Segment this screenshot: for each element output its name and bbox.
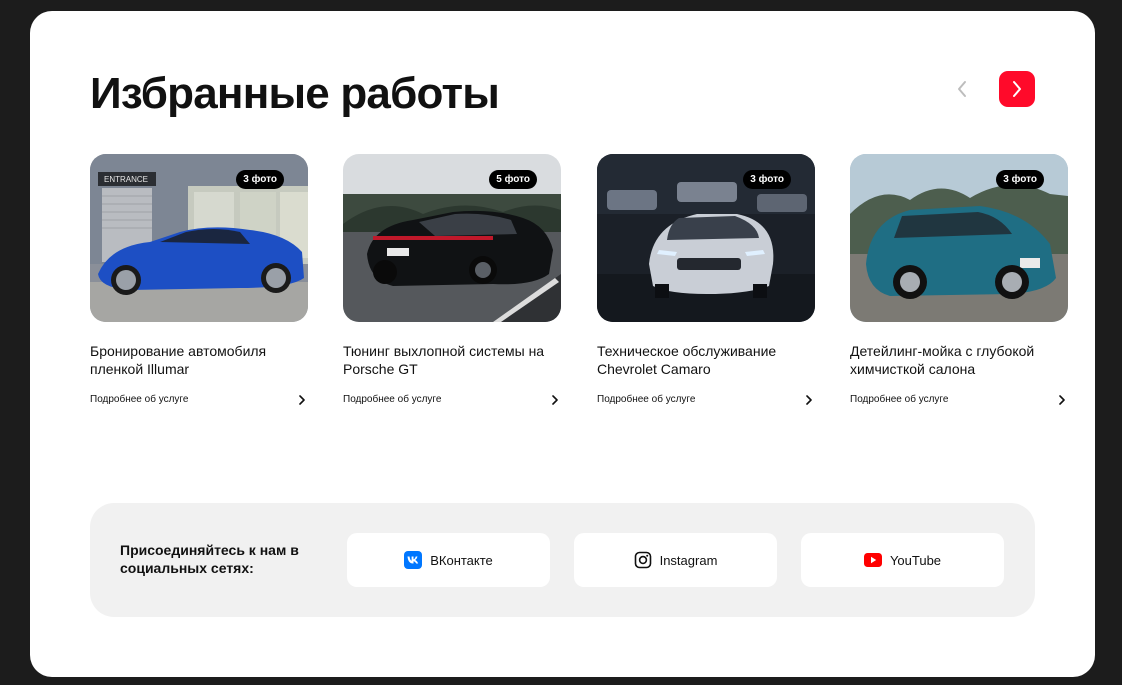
- work-title: Бронирование автомобиля пленкой Illumar: [90, 343, 267, 377]
- more-link[interactable]: Подробнее об услуге: [343, 394, 559, 405]
- chevron-right-icon: [299, 394, 305, 405]
- work-title: Техническое обслуживание Chevrolet Camar…: [597, 343, 777, 377]
- youtube-label: YouTube: [889, 552, 942, 568]
- chevron-right-icon: [1013, 81, 1021, 97]
- instagram-icon: [634, 551, 651, 569]
- vk-button[interactable]: ВКонтакте: [347, 533, 550, 587]
- more-link[interactable]: Подробнее об услуге: [90, 394, 306, 405]
- youtube-button[interactable]: YouTube: [801, 533, 1004, 587]
- more-link-label: Подробнее об услуге: [850, 394, 949, 405]
- more-link-label: Подробнее об услуге: [343, 394, 442, 405]
- social-text: Присоединяйтесь к нам в социальных сетях…: [120, 542, 299, 576]
- more-link[interactable]: Подробнее об услуге: [850, 394, 1066, 405]
- photo-count-badge: 3 фото: [996, 170, 1044, 189]
- section-title: Избранные работы: [90, 69, 500, 118]
- chevron-left-icon: [958, 81, 966, 97]
- youtube-icon: [863, 553, 882, 567]
- social-panel: Присоединяйтесь к нам в социальных сетях…: [90, 503, 1035, 617]
- instagram-label: Instagram: [659, 552, 718, 568]
- featured-works-card: Избранные работы ENTRANCE 3 фото Брониро…: [30, 11, 1095, 677]
- works-carousel: ENTRANCE 3 фото Бронирование автомобиля …: [90, 154, 1095, 424]
- vk-label: ВКонтакте: [430, 552, 493, 568]
- entrance-sign: ENTRANCE: [104, 175, 148, 184]
- work-photo[interactable]: ENTRANCE 3 фото: [90, 154, 308, 322]
- instagram-button[interactable]: Instagram: [574, 533, 777, 587]
- work-photo[interactable]: 3 фото: [850, 154, 1068, 322]
- photo-count-badge: 3 фото: [743, 170, 791, 189]
- photo-count-badge: 3 фото: [236, 170, 284, 189]
- work-card[interactable]: 5 фото Тюнинг выхлопной системы на Porsc…: [343, 154, 561, 405]
- chevron-right-icon: [806, 394, 812, 405]
- work-title: Детейлинг-мойка с глубокой химчисткой са…: [850, 343, 1035, 377]
- vk-icon: [404, 551, 423, 569]
- chevron-right-icon: [1059, 394, 1065, 405]
- more-link-label: Подробнее об услуге: [597, 394, 696, 405]
- next-button[interactable]: [999, 71, 1035, 107]
- work-card[interactable]: 3 фото Детейлинг-мойка с глубокой химчис…: [850, 154, 1068, 405]
- work-photo[interactable]: 3 фото: [597, 154, 815, 322]
- work-card[interactable]: 3 фото Техническое обслуживание Chevrole…: [597, 154, 815, 405]
- work-photo[interactable]: 5 фото: [343, 154, 561, 322]
- work-card[interactable]: ENTRANCE 3 фото Бронирование автомобиля …: [90, 154, 308, 405]
- more-link[interactable]: Подробнее об услуге: [597, 394, 813, 405]
- more-link-label: Подробнее об услуге: [90, 394, 189, 405]
- work-title: Тюнинг выхлопной системы на Porsche GT: [343, 343, 545, 377]
- photo-count-badge: 5 фото: [489, 170, 537, 189]
- prev-button[interactable]: [944, 71, 980, 107]
- chevron-right-icon: [552, 394, 558, 405]
